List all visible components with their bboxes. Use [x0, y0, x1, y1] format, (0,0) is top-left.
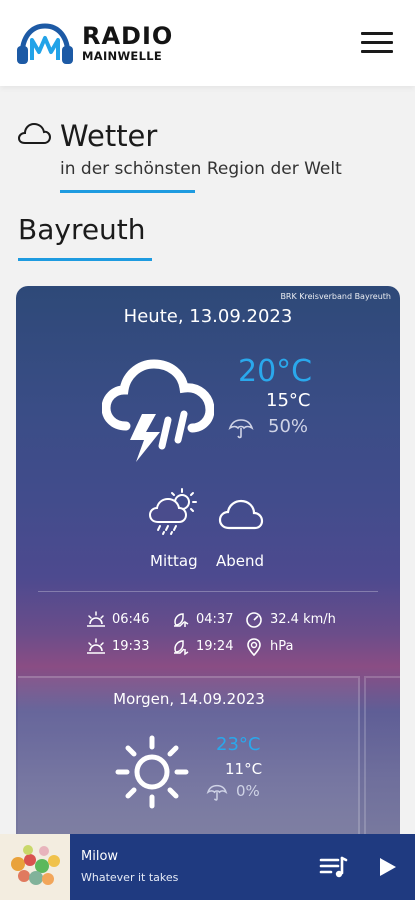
tomorrow-forecast[interactable]: Morgen, 14.09.2023 23°C 11°C 0%: [18, 676, 360, 846]
playlist-icon[interactable]: [318, 854, 348, 880]
sponsor-credit: BRK Kreisverband Bayreuth: [280, 292, 391, 301]
part-label-abend: Abend: [216, 552, 265, 570]
headphones-logo-icon: [17, 23, 73, 64]
sunrise-stat: 06:46: [86, 610, 166, 630]
page-subtitle: in der schönsten Region der Welt: [60, 159, 342, 179]
sunrise-time: 06:46: [112, 612, 150, 627]
song-artist: Milow: [81, 849, 119, 864]
thunderstorm-icon: [102, 359, 214, 462]
weather-section-heading: Wetter in der schönsten Region der Welt: [16, 118, 396, 198]
hamburger-menu-button[interactable]: [357, 28, 397, 58]
today-temp-high: 20°C: [238, 354, 313, 389]
sunset-stat: 19:33: [86, 637, 166, 657]
today-temp-low: 15°C: [266, 390, 311, 411]
tomorrow-temp-low: 11°C: [225, 760, 263, 778]
radio-mainwelle-logo[interactable]: RADIO MAINWELLE: [16, 22, 206, 68]
moonrise-time: 04:37: [196, 612, 234, 627]
tomorrow-rain-chance: 0%: [236, 782, 260, 800]
city-underline: [18, 258, 152, 261]
pressure-stat: hPa: [244, 637, 324, 657]
play-icon[interactable]: [374, 854, 400, 880]
umbrella-icon: [228, 419, 254, 439]
gauge-icon: [246, 612, 262, 628]
logo-text-radio: RADIO: [82, 22, 174, 50]
album-art-image: [0, 834, 70, 900]
today-rain-chance: 50%: [268, 416, 309, 437]
song-title: Whatever it takes: [81, 871, 179, 884]
hamburger-icon-line: [361, 41, 393, 44]
wind-stat: 32.4 km/h: [244, 610, 354, 630]
card-divider: [38, 591, 378, 592]
moonrise-icon: [174, 613, 189, 627]
tomorrow-date: Morgen, 14.09.2023: [113, 690, 265, 708]
part-label-mittag: Mittag: [150, 552, 198, 570]
sunset-time: 19:33: [112, 639, 150, 654]
sunset-icon: [87, 638, 105, 654]
moonset-time: 19:24: [196, 639, 234, 654]
sun-cloud-rain-icon: [148, 488, 197, 535]
hamburger-icon: [361, 32, 393, 35]
pressure-icon: [247, 638, 261, 656]
city-name: Bayreuth: [18, 213, 146, 246]
hamburger-icon-line: [361, 50, 393, 53]
now-playing-bar[interactable]: Milow Whatever it takes: [0, 834, 415, 900]
moonrise-stat: 04:37: [170, 610, 250, 630]
app-header: RADIO MAINWELLE: [0, 0, 415, 86]
sun-icon: [115, 735, 189, 809]
wind-speed: 32.4 km/h: [270, 612, 336, 627]
cloud-outline-icon: [17, 122, 52, 144]
album-cover: [0, 834, 70, 900]
umbrella-icon: [206, 784, 228, 801]
sunrise-icon: [87, 611, 105, 627]
pressure-value: hPa: [270, 639, 294, 654]
moonset-stat: 19:24: [170, 637, 250, 657]
page-title: Wetter: [60, 119, 158, 153]
today-date: Heute, 13.09.2023: [123, 306, 293, 327]
logo-text-mainwelle: MAINWELLE: [82, 49, 162, 63]
weather-card: BRK Kreisverband Bayreuth Heute, 13.09.2…: [16, 286, 400, 846]
next-day-forecast-peek[interactable]: [364, 676, 400, 846]
tomorrow-temp-high: 23°C: [216, 734, 261, 755]
moonset-icon: [174, 640, 189, 656]
cloud-icon: [218, 499, 264, 530]
title-underline: [60, 190, 195, 193]
